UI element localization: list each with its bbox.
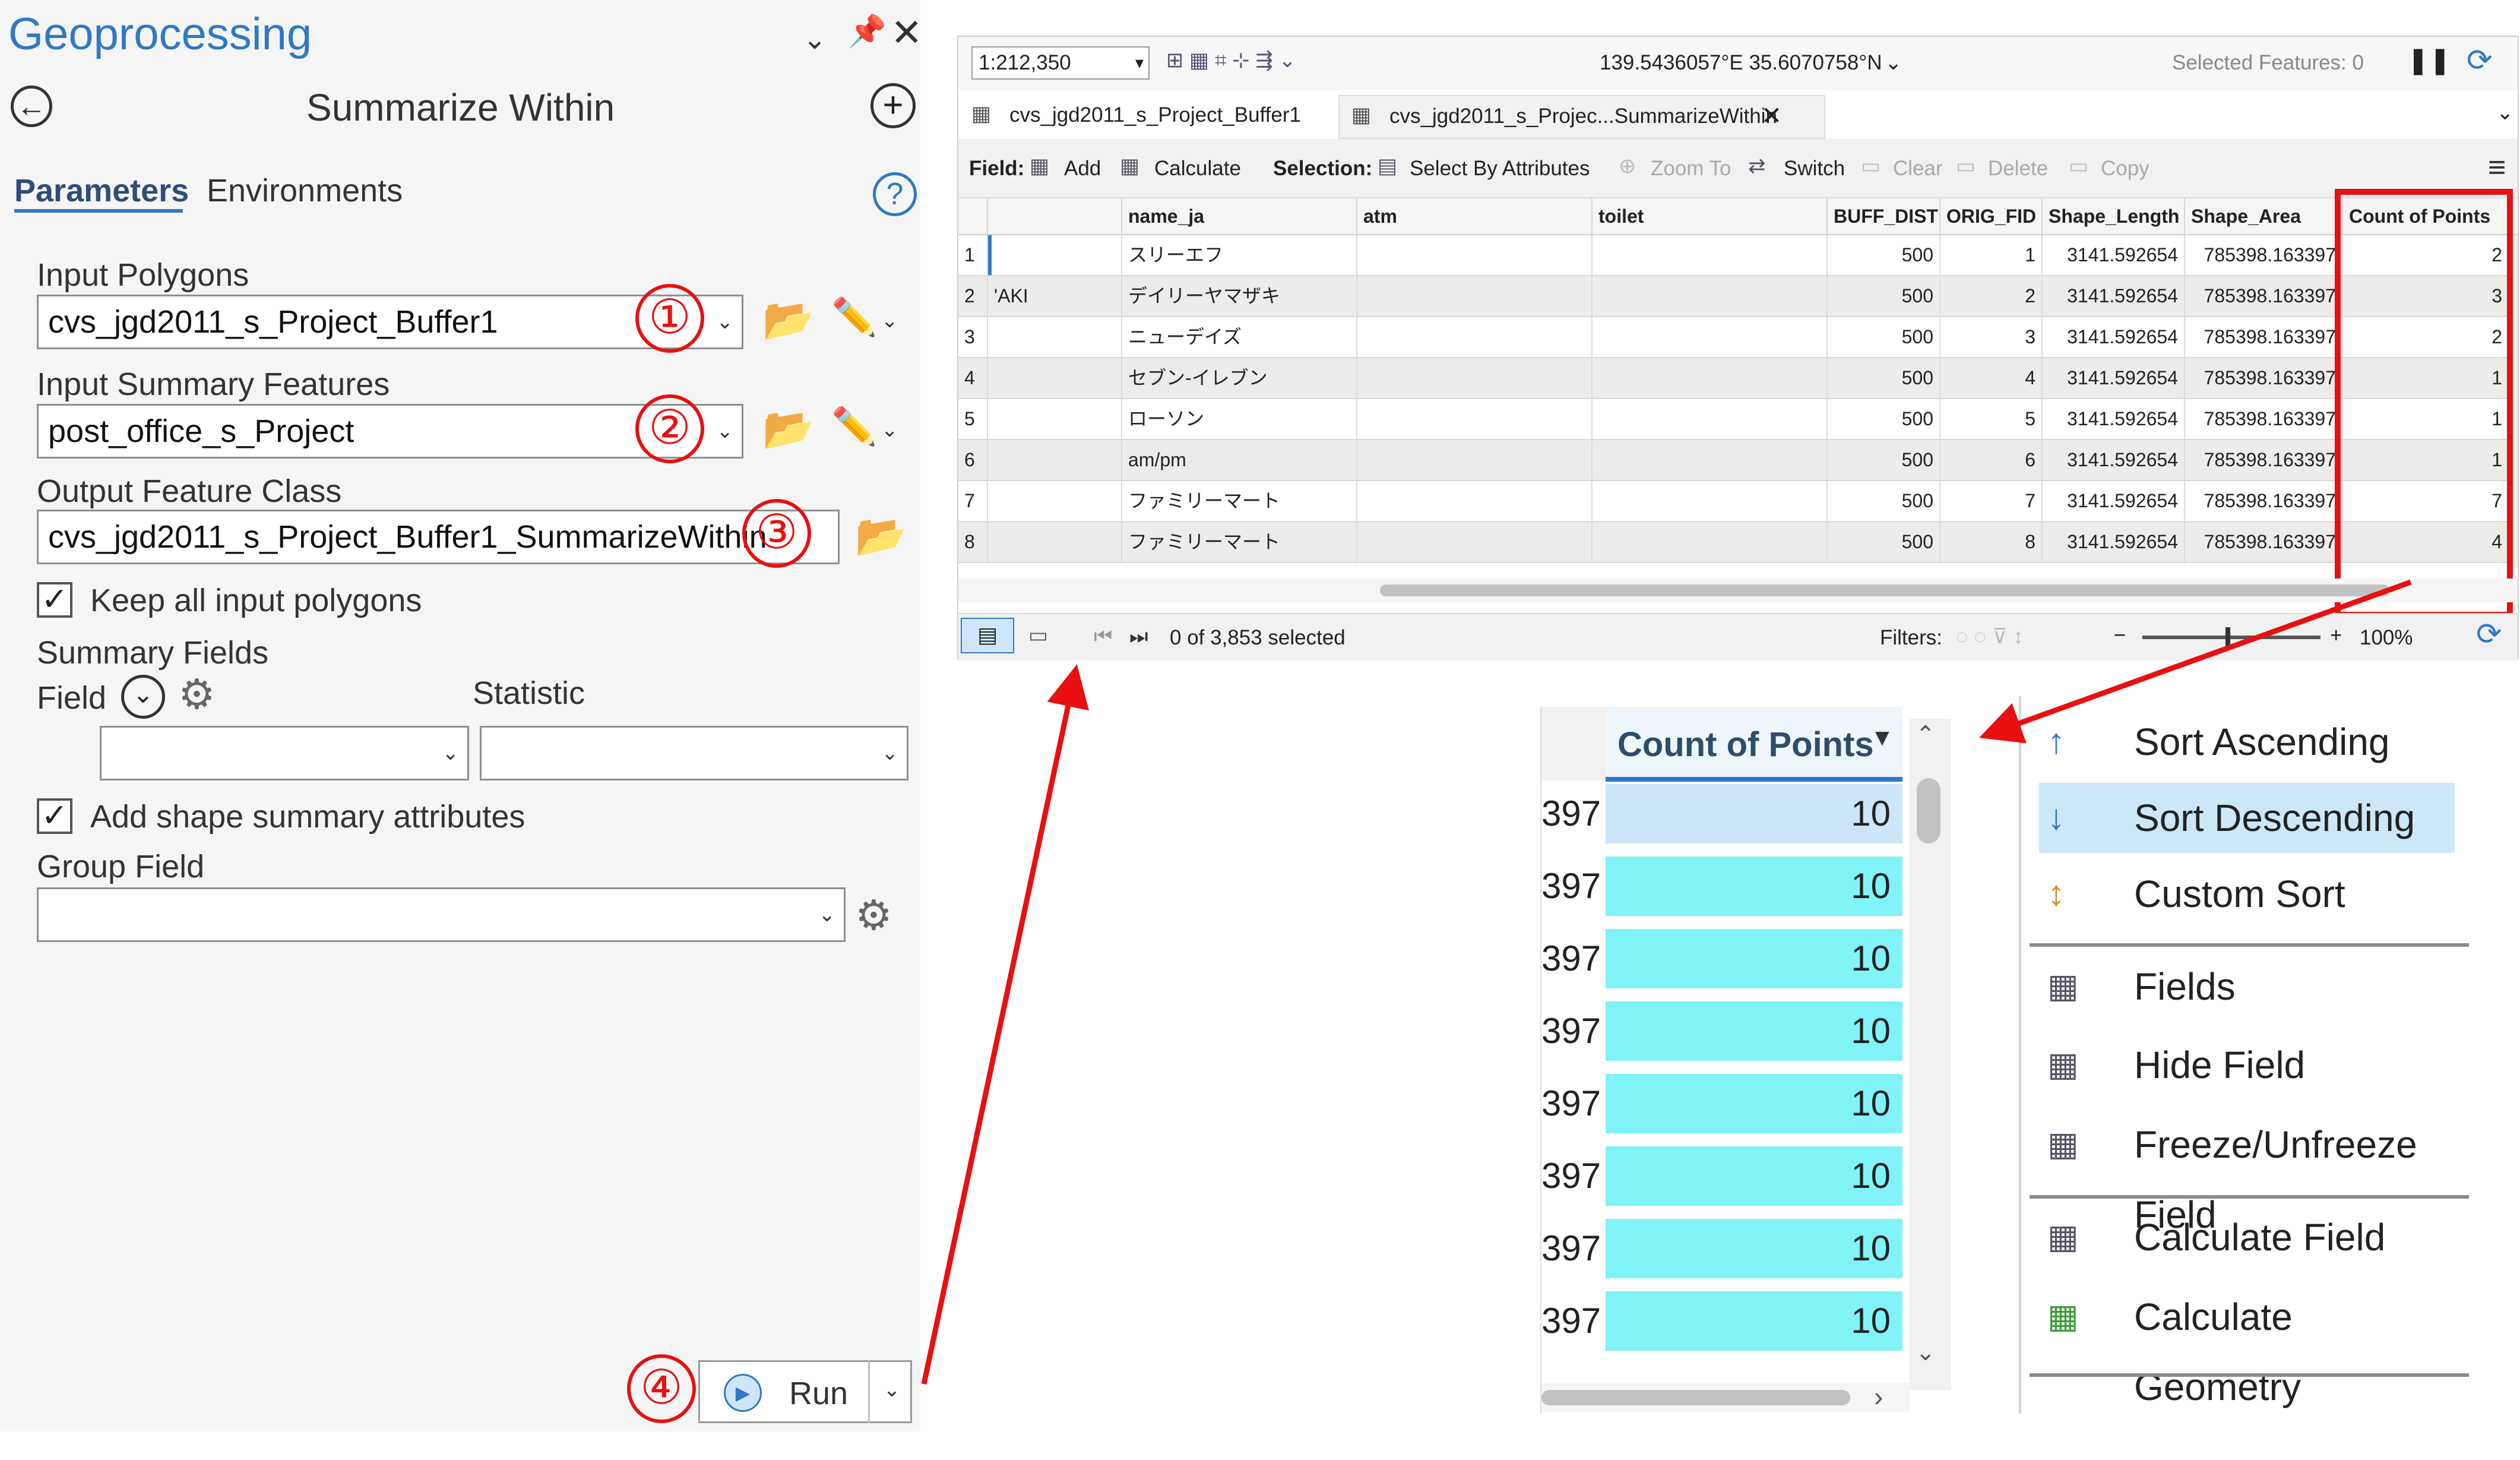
annotation-arrows — [921, 579, 2412, 1385]
arrow-column-to-inset — [1979, 579, 2412, 744]
arrow-run-to-table — [921, 664, 1089, 1385]
